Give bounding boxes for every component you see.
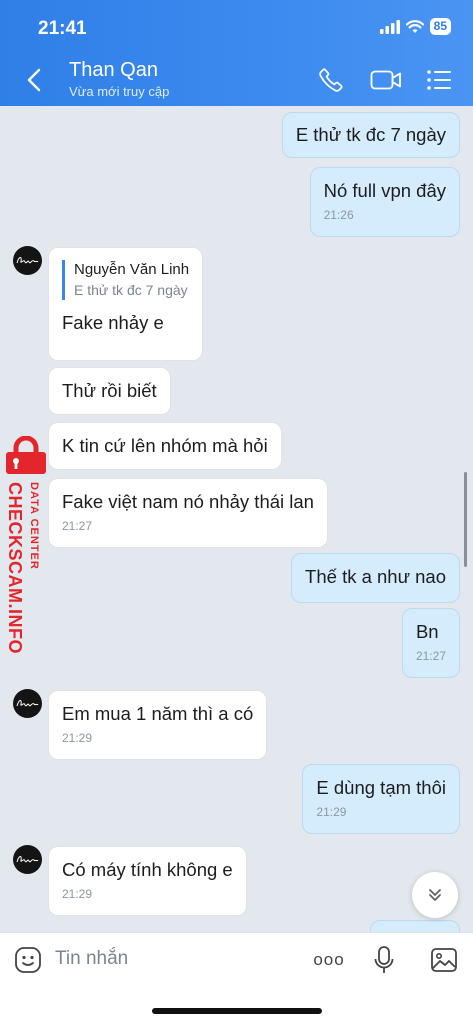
message-text: Có máy tính không e (62, 859, 233, 880)
emoji-icon (15, 947, 41, 973)
message-outgoing[interactable]: Nó full vpn đây 21:26 (309, 167, 460, 237)
message-text: Thế tk a như nao (305, 566, 446, 587)
video-call-button[interactable] (369, 66, 403, 94)
message-time: 21:27 (62, 519, 93, 533)
signal-icon (379, 19, 400, 34)
watermark: DATA CENTER CHECKSCAM.INFO (2, 436, 52, 666)
message-incoming[interactable]: K tin cứ lên nhóm mà hỏi (48, 422, 282, 470)
message-incoming[interactable]: Có máy tính không e 21:29 (48, 846, 247, 916)
more-options-button[interactable]: ooo (312, 945, 346, 975)
message-text: Fake nhảy e (62, 312, 164, 333)
sticker-button[interactable] (13, 945, 43, 975)
status-icons: 85 (379, 18, 451, 35)
status-time: 21:41 (38, 18, 87, 39)
voice-button[interactable] (372, 945, 396, 975)
call-button[interactable] (316, 66, 346, 94)
message-text: Fake việt nam nó nhảy thái lan (62, 491, 314, 512)
back-button[interactable] (20, 66, 48, 94)
chat-header: 21:41 85 Than Qan Vừa mới truy cập (0, 0, 473, 106)
message-text: Thử rồi biết (62, 380, 157, 401)
quoted-message[interactable]: Nguyễn Văn Linh E thử tk đc 7 ngày (62, 260, 189, 300)
signature-avatar-icon (16, 699, 39, 706)
list-menu-icon (427, 70, 451, 90)
message-incoming-reply[interactable]: Nguyễn Văn Linh E thử tk đc 7 ngày Fake … (48, 247, 204, 361)
quote-sender: Nguyễn Văn Linh (74, 261, 190, 278)
message-outgoing[interactable]: E dùng tạm thôi 21:29 (302, 764, 460, 834)
message-input[interactable]: Tin nhắn (55, 948, 128, 970)
message-time: 21:27 (415, 649, 446, 663)
wifi-icon (405, 19, 424, 33)
signature-avatar-icon (16, 855, 39, 862)
message-text: Bn (415, 621, 439, 642)
home-indicator[interactable] (152, 1008, 322, 1014)
image-button[interactable] (429, 945, 459, 975)
double-chevron-down-icon (429, 889, 441, 901)
battery-indicator: 85 (429, 18, 451, 35)
avatar[interactable] (13, 845, 42, 874)
quote-text: E thử tk đc 7 ngày (74, 282, 188, 298)
message-time: 21:29 (316, 805, 347, 819)
contact-name[interactable]: Than Qan (69, 59, 158, 82)
message-incoming[interactable]: Em mua 1 năm thì a có 21:29 (48, 690, 268, 760)
padlock-icon (6, 436, 46, 474)
avatar[interactable] (13, 689, 42, 718)
scroll-to-bottom-button[interactable] (412, 872, 458, 918)
message-outgoing[interactable]: E thử tk đc 7 ngày (281, 112, 460, 158)
message-time: 21:26 (323, 208, 354, 222)
message-time: 21:29 (62, 887, 93, 901)
video-camera-icon (370, 70, 401, 90)
menu-button[interactable] (424, 66, 454, 94)
message-text: K tin cứ lên nhóm mà hỏi (62, 435, 268, 456)
contact-status: Vừa mới truy cập (69, 84, 170, 99)
message-incoming[interactable]: Fake việt nam nó nhảy thái lan 21:27 (48, 478, 328, 548)
message-time: 21:29 (62, 731, 93, 745)
avatar[interactable] (13, 246, 42, 275)
message-text: E dùng tạm thôi (316, 777, 446, 798)
phone-icon (319, 68, 343, 92)
chevron-left-icon (27, 68, 41, 92)
image-icon (431, 948, 457, 972)
message-incoming[interactable]: Thử rồi biết (48, 367, 171, 415)
message-outgoing[interactable]: Bn 21:27 (401, 608, 460, 678)
message-text: Em mua 1 năm thì a có (62, 703, 254, 724)
scrollbar[interactable] (464, 472, 467, 567)
signature-avatar-icon (16, 256, 39, 263)
message-outgoing[interactable]: Thế tk a như nao (291, 553, 460, 603)
watermark-data-center: DATA CENTER (28, 482, 40, 570)
message-text: E thử tk đc 7 ngày (295, 124, 446, 145)
microphone-icon (374, 946, 394, 973)
message-list[interactable]: E thử tk đc 7 ngày Nó full vpn đây 21:26… (0, 106, 473, 932)
message-outgoing-partial[interactable] (370, 920, 460, 932)
watermark-site: CHECKSCAM.INFO (5, 482, 25, 654)
message-text: Nó full vpn đây (323, 180, 446, 201)
